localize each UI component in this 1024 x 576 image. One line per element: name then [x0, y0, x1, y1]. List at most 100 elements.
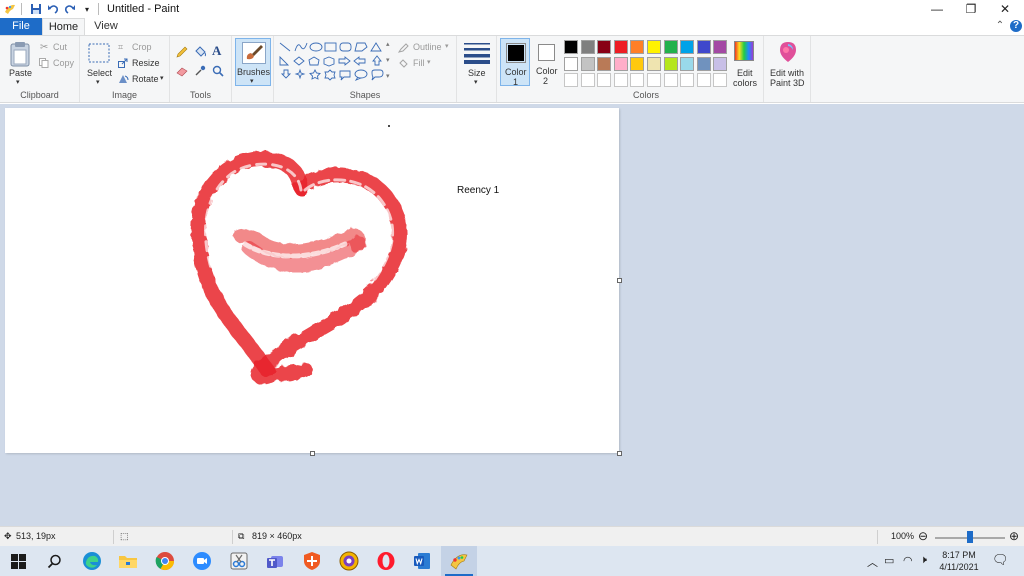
save-icon[interactable]: [29, 2, 43, 16]
color-swatch[interactable]: [630, 40, 645, 54]
color-swatch[interactable]: [713, 56, 728, 71]
undo-icon[interactable]: [46, 2, 60, 16]
color-swatch[interactable]: [597, 56, 612, 71]
teams-icon[interactable]: [264, 550, 286, 572]
wifi-icon[interactable]: ◠: [903, 554, 913, 567]
eraser-icon[interactable]: [176, 66, 188, 77]
color-swatch[interactable]: [647, 56, 661, 71]
cut-icon[interactable]: ✂: [40, 42, 48, 53]
fill-icon[interactable]: [398, 58, 409, 69]
shapes-more-icon[interactable]: ▾: [386, 72, 390, 80]
magnifier-icon[interactable]: [212, 65, 224, 77]
notifications-icon[interactable]: 🗨: [992, 552, 1009, 568]
edit-colors-icon[interactable]: [734, 41, 754, 61]
paint3d-icon[interactable]: [778, 41, 798, 63]
shapes-gallery[interactable]: [278, 40, 390, 84]
custom-color-slot[interactable]: [680, 73, 695, 87]
word-app-icon[interactable]: [411, 550, 433, 572]
rotate-dropdown-icon[interactable]: ▾: [160, 74, 164, 82]
color-swatch[interactable]: [580, 56, 595, 71]
select-dropdown-icon[interactable]: ▾: [96, 78, 100, 86]
zoom-out-button[interactable]: ⊖: [918, 529, 928, 543]
edit-colors-line1[interactable]: Edit: [737, 68, 753, 78]
select-icon[interactable]: [88, 43, 110, 63]
color-swatch[interactable]: [663, 40, 678, 54]
security-shield-icon[interactable]: [301, 550, 323, 572]
color-swatch[interactable]: [680, 40, 695, 54]
custom-color-slot[interactable]: [663, 73, 678, 87]
copy-icon[interactable]: [39, 58, 49, 68]
paint3d-line1[interactable]: Edit with: [770, 68, 804, 78]
color1-button[interactable]: Color 1: [500, 38, 530, 87]
color-swatch[interactable]: [663, 56, 678, 71]
paste-icon[interactable]: [9, 41, 31, 67]
size-dropdown-icon[interactable]: ▾: [474, 78, 478, 86]
paint-taskbar-icon[interactable]: [448, 550, 470, 572]
fill-button[interactable]: Fill: [413, 58, 425, 68]
collapse-ribbon-icon[interactable]: ⌃: [994, 20, 1006, 32]
color2-button[interactable]: Color 2: [535, 38, 559, 86]
paste-dropdown-icon[interactable]: ▾: [16, 78, 20, 86]
fill-dropdown-icon[interactable]: ▾: [427, 58, 431, 66]
outline-dropdown-icon[interactable]: ▾: [445, 42, 449, 50]
custom-color-slot[interactable]: [580, 73, 595, 87]
show-hidden-icons-chevron-icon[interactable]: ︿: [867, 554, 878, 570]
tab-file[interactable]: File: [0, 18, 42, 35]
outline-icon[interactable]: [398, 42, 409, 53]
snipping-tool-icon[interactable]: [228, 550, 250, 572]
pencil-icon[interactable]: [176, 46, 188, 58]
color-swatch[interactable]: [713, 40, 728, 54]
color-swatch[interactable]: [647, 40, 661, 54]
file-explorer-icon[interactable]: [117, 550, 139, 572]
fill-bucket-icon[interactable]: [194, 45, 207, 58]
size-button[interactable]: Size: [468, 68, 486, 78]
copy-button[interactable]: Copy: [53, 58, 74, 68]
drawing-canvas[interactable]: Reency 1: [5, 108, 622, 456]
paint3d-line2[interactable]: Paint 3D: [770, 78, 805, 88]
crop-icon[interactable]: ⌗: [118, 42, 123, 53]
system-clock[interactable]: 8:17 PM 4/11/2021: [930, 549, 988, 573]
app-badge-icon[interactable]: [338, 550, 360, 572]
zoom-slider-thumb[interactable]: [967, 531, 973, 543]
volume-icon[interactable]: 🕨: [920, 554, 927, 567]
minimize-button[interactable]: —: [920, 0, 954, 18]
resize-handle-bottom[interactable]: [310, 451, 315, 456]
edit-colors-line2[interactable]: colors: [733, 78, 757, 88]
search-icon[interactable]: [43, 550, 65, 572]
custom-color-slot[interactable]: [713, 73, 728, 87]
text-tool-icon[interactable]: A: [212, 43, 221, 59]
shapes-scroll-down-icon[interactable]: ▾: [386, 56, 390, 64]
help-icon[interactable]: ?: [1010, 20, 1022, 32]
color-swatch[interactable]: [564, 56, 578, 71]
chrome-browser-icon[interactable]: [154, 550, 176, 572]
custom-color-slot[interactable]: [564, 73, 578, 87]
cut-button[interactable]: Cut: [53, 42, 67, 52]
select-button[interactable]: Select: [87, 68, 112, 78]
resize-handle-corner[interactable]: [617, 451, 622, 456]
color-swatch[interactable]: [680, 56, 695, 71]
shapes-scroll-up-icon[interactable]: ▴: [386, 40, 390, 48]
resize-handle-right[interactable]: [617, 278, 622, 283]
color-swatch[interactable]: [597, 40, 612, 54]
zoom-in-button[interactable]: ⊕: [1009, 529, 1019, 543]
resize-icon[interactable]: [118, 58, 128, 68]
color-swatch[interactable]: [696, 56, 711, 71]
size-icon[interactable]: [464, 42, 490, 64]
zoom-app-icon[interactable]: [191, 550, 213, 572]
redo-icon[interactable]: [63, 2, 77, 16]
rotate-button[interactable]: Rotate: [132, 74, 159, 84]
color-swatch[interactable]: [613, 40, 628, 54]
custom-color-slot[interactable]: [647, 73, 661, 87]
color-swatch[interactable]: [564, 40, 578, 54]
battery-icon[interactable]: ▭: [884, 554, 894, 567]
custom-color-slot[interactable]: [630, 73, 645, 87]
tab-view[interactable]: View: [86, 18, 126, 35]
crop-button[interactable]: Crop: [132, 42, 152, 52]
custom-color-slot[interactable]: [696, 73, 711, 87]
custom-color-slot[interactable]: [597, 73, 612, 87]
maximize-button[interactable]: ❐: [954, 0, 988, 18]
custom-color-slot[interactable]: [613, 73, 628, 87]
customize-toolbar-chevron-icon[interactable]: ▾: [80, 2, 94, 16]
color-picker-icon[interactable]: [194, 65, 206, 77]
resize-button[interactable]: Resize: [132, 58, 160, 68]
